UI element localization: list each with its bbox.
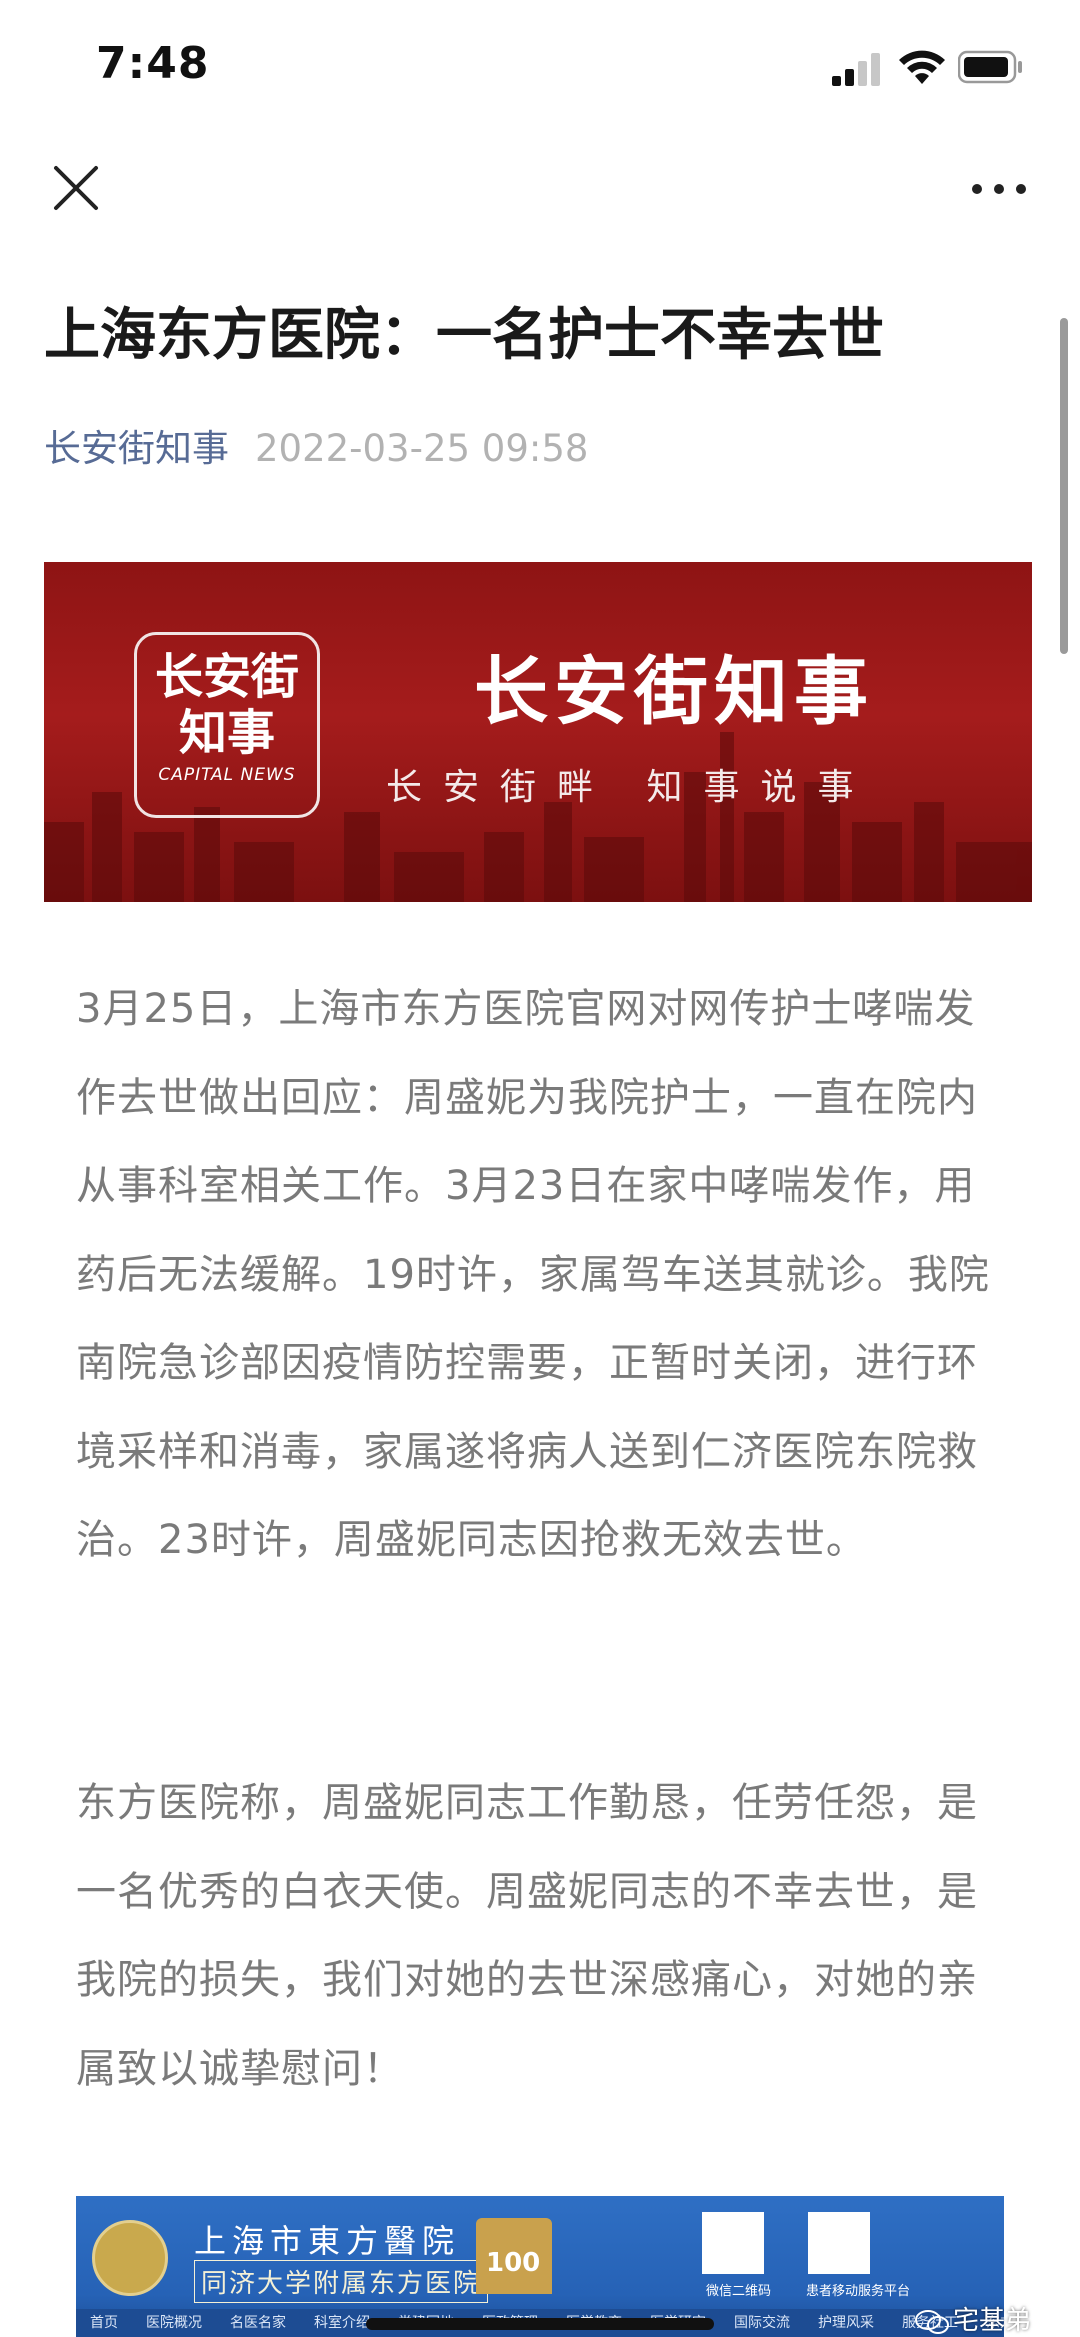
publish-date: 2022-03-25 09:58 xyxy=(255,427,589,470)
article-paragraph: 东方医院称，周盛妮同志工作勤恳，任劳任怨，是一名优秀的白衣天使。周盛妮同志的不幸… xyxy=(76,1780,978,2092)
author-link[interactable]: 长安街知事 xyxy=(44,427,229,470)
anniversary-number: 100 xyxy=(486,2248,541,2278)
hospital-nav-item: 科室介绍 xyxy=(314,2315,370,2331)
qr-code-icon xyxy=(702,2212,764,2274)
hospital-website-image: 上海市東方醫院 同济大学附属东方医院 100 微信二维码 患者移动服务平台 首页… xyxy=(76,2196,1004,2337)
article-title: 上海东方医院：一名护士不幸去世 xyxy=(44,303,884,368)
watermark-text: 宅基弟 xyxy=(953,2306,1032,2336)
hospital-nav-item: 护理风采 xyxy=(818,2315,874,2331)
wifi-icon xyxy=(899,50,945,84)
article-paragraph: 3月25日，上海市东方医院官网对网传护士哮喘发作去世做出回应：周盛妮为我院护士，… xyxy=(76,986,990,1563)
home-indicator[interactable] xyxy=(366,2318,714,2330)
brand-logo: 长安街 知事 CAPITAL NEWS xyxy=(134,632,320,818)
close-icon[interactable] xyxy=(50,162,102,214)
qr-label: 微信二维码 xyxy=(706,2284,772,2299)
battery-icon xyxy=(958,50,1022,84)
hospital-emblem-icon xyxy=(92,2220,168,2296)
more-options-icon[interactable] xyxy=(968,170,1030,208)
wechat-watermark: 宅基弟 xyxy=(915,2300,1031,2337)
banner-title: 长安街知事 xyxy=(474,649,874,735)
banner-slogan: 长安街畔 知事说事 xyxy=(386,767,875,808)
hospital-subtitle: 同济大学附属东方医院 xyxy=(194,2260,489,2303)
logo-text-line1: 长安街 xyxy=(154,649,299,705)
wechat-icon xyxy=(915,2309,949,2334)
status-bar: 7:48 xyxy=(0,0,1080,140)
hospital-nav-item: 国际交流 xyxy=(734,2315,790,2331)
hospital-name: 上海市東方醫院 xyxy=(194,2222,461,2260)
scrollbar[interactable] xyxy=(1060,318,1068,654)
qr-label: 患者移动服务平台 xyxy=(806,2284,911,2299)
status-time: 7:48 xyxy=(96,38,210,89)
hospital-nav-item: 首页 xyxy=(90,2315,118,2331)
cellular-signal-icon xyxy=(832,53,880,86)
logo-english-text: CAPITAL NEWS xyxy=(158,765,296,785)
hospital-nav-item: 名医名家 xyxy=(230,2315,286,2331)
hospital-nav-item: 医院概况 xyxy=(146,2315,202,2331)
qr-code-icon xyxy=(808,2212,870,2274)
logo-text-line2: 知事 xyxy=(178,705,275,761)
article-meta: 长安街知事 2022-03-25 09:58 xyxy=(44,424,588,474)
header-banner-image: 长安街 知事 CAPITAL NEWS 长安街知事 长安街畔 知事说事 xyxy=(44,562,1032,902)
